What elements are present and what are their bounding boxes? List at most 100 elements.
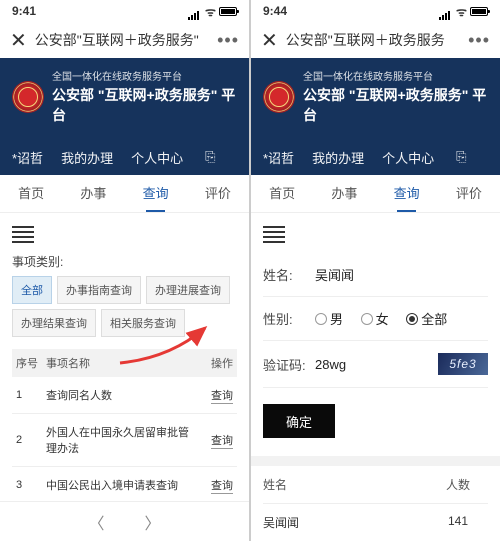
user-name[interactable]: *诏哲 [12,148,43,167]
submit-button[interactable]: 确定 [263,404,335,438]
phone-left: 9:41 ᯤ ✕ 公安部"互联网＋政务服务" ••• 全国一体化在线政务服务平台… [0,0,249,541]
nav-back-icon[interactable]: 〈 [88,510,104,534]
result-header: 姓名 人数 [263,466,488,504]
exit-icon[interactable]: ⎘ [205,149,215,165]
row-name: 中国公民出入境申请表查询 [46,477,197,493]
tab-home[interactable]: 首页 [0,175,62,212]
row-idx: 1 [16,389,46,401]
captcha-image[interactable]: 5fe3 [438,353,488,375]
close-icon[interactable]: ✕ [261,28,278,53]
platform-row: 全国一体化在线政务服务平台 公安部 "互联网+政务服务" 平台 [12,68,237,125]
user-tab-mywork[interactable]: 我的办理 [61,148,113,167]
name-input[interactable]: 吴闻闻 [315,265,488,284]
radio-male[interactable]: 男 [315,309,343,328]
content-right: 姓名: 吴闻闻 性别: 男 女 全部 验证码: 28wg 5fe3 确定 姓名 … [251,213,500,541]
tab-query[interactable]: 查询 [125,175,187,212]
user-tab-personal[interactable]: 个人中心 [382,148,434,167]
table-row: 2 外国人在中国永久居留审批管理办法 查询 [12,414,237,467]
user-tab-row: *诏哲 我的办理 个人中心 ⎘ [12,139,237,175]
chip-result[interactable]: 办理结果查询 [12,309,96,337]
platform-title: 公安部 "互联网+政务服务" 平台 [52,85,237,125]
more-icon[interactable]: ••• [217,30,239,51]
result-h-count: 人数 [428,476,488,493]
chip-related[interactable]: 相关服务查询 [101,309,185,337]
platform-title: 公安部 "互联网+政务服务" 平台 [303,85,488,125]
category-label: 事项类别: [12,253,237,270]
status-icons: ᯤ [188,3,237,20]
form-row-gender: 性别: 男 女 全部 [263,297,488,341]
row-action[interactable]: 查询 [197,432,233,448]
exit-icon[interactable]: ⎘ [456,149,466,165]
status-bar: 9:44 ᯤ [251,0,500,22]
result-count: 141 [428,514,488,531]
battery-icon [470,7,488,16]
bottom-nav: 〈 〉 [0,501,249,541]
nav-title: 公安部"互联网＋政务服务 [286,30,460,50]
more-icon[interactable]: ••• [468,30,490,51]
nav-bar: ✕ 公安部"互联网＋政务服务" ••• [0,22,249,58]
main-tabs: 首页 办事 查询 评价 [0,175,249,213]
form-row-captcha: 验证码: 28wg 5fe3 [263,341,488,388]
menu-icon[interactable] [263,226,285,243]
menu-icon[interactable] [12,226,34,243]
chip-guide[interactable]: 办事指南查询 [57,276,141,304]
th-index: 序号 [16,355,46,371]
chip-group: 全部 办事指南查询 办理进展查询 办理结果查询 相关服务查询 [12,276,237,337]
user-name[interactable]: *诏哲 [263,148,294,167]
gender-label: 性别: [263,309,315,328]
tab-home[interactable]: 首页 [251,175,313,212]
wifi-icon: ᯤ [205,3,216,20]
chip-progress[interactable]: 办理进展查询 [146,276,230,304]
chip-all[interactable]: 全部 [12,276,52,304]
captcha-input[interactable]: 28wg [315,357,438,372]
result-row: 吴闻闻 141 [263,504,488,541]
th-action: 操作 [197,355,233,371]
user-tab-personal[interactable]: 个人中心 [131,148,183,167]
tab-service[interactable]: 办事 [62,175,124,212]
status-time: 9:44 [263,4,287,18]
name-label: 姓名: [263,265,315,284]
content-left: 事项类别: 全部 办事指南查询 办理进展查询 办理结果查询 相关服务查询 序号 … [0,213,249,501]
user-tab-mywork[interactable]: 我的办理 [312,148,364,167]
emblem-icon [263,81,295,113]
row-action[interactable]: 查询 [197,387,233,403]
status-bar: 9:41 ᯤ [0,0,249,22]
row-name: 查询同名人数 [46,387,197,403]
nav-bar: ✕ 公安部"互联网＋政务服务 ••• [251,22,500,58]
phone-right: 9:44 ᯤ ✕ 公安部"互联网＋政务服务 ••• 全国一体化在线政务服务平台 … [251,0,500,541]
radio-female[interactable]: 女 [361,309,389,328]
captcha-label: 验证码: [263,355,315,374]
row-idx: 3 [16,479,46,491]
row-name: 外国人在中国永久居留审批管理办法 [46,424,197,456]
table-row: 3 中国公民出入境申请表查询 查询 [12,467,237,501]
result-name: 吴闻闻 [263,514,428,531]
signal-icon [188,6,202,16]
result-h-name: 姓名 [263,476,428,493]
close-icon[interactable]: ✕ [10,28,27,53]
status-time: 9:41 [12,4,36,18]
th-name: 事项名称 [46,355,197,371]
emblem-icon [12,81,44,113]
row-idx: 2 [16,434,46,446]
nav-title: 公安部"互联网＋政务服务" [35,30,209,50]
status-icons: ᯤ [439,3,488,20]
header-banner: 全国一体化在线政务服务平台 公安部 "互联网+政务服务" 平台 *诏哲 我的办理… [0,58,249,175]
wifi-icon: ᯤ [456,3,467,20]
tab-review[interactable]: 评价 [438,175,500,212]
battery-icon [219,7,237,16]
platform-row: 全国一体化在线政务服务平台 公安部 "互联网+政务服务" 平台 [263,68,488,125]
result-separator [251,456,500,466]
row-action[interactable]: 查询 [197,477,233,493]
nav-forward-icon[interactable]: 〉 [145,510,161,534]
platform-sub: 全国一体化在线政务服务平台 [52,68,237,83]
radio-all[interactable]: 全部 [406,309,447,328]
table-header: 序号 事项名称 操作 [12,349,237,377]
user-tab-row: *诏哲 我的办理 个人中心 ⎘ [263,139,488,175]
tab-review[interactable]: 评价 [187,175,249,212]
main-tabs: 首页 办事 查询 评价 [251,175,500,213]
platform-sub: 全国一体化在线政务服务平台 [303,68,488,83]
header-banner: 全国一体化在线政务服务平台 公安部 "互联网+政务服务" 平台 *诏哲 我的办理… [251,58,500,175]
signal-icon [439,6,453,16]
tab-query[interactable]: 查询 [376,175,438,212]
tab-service[interactable]: 办事 [313,175,375,212]
